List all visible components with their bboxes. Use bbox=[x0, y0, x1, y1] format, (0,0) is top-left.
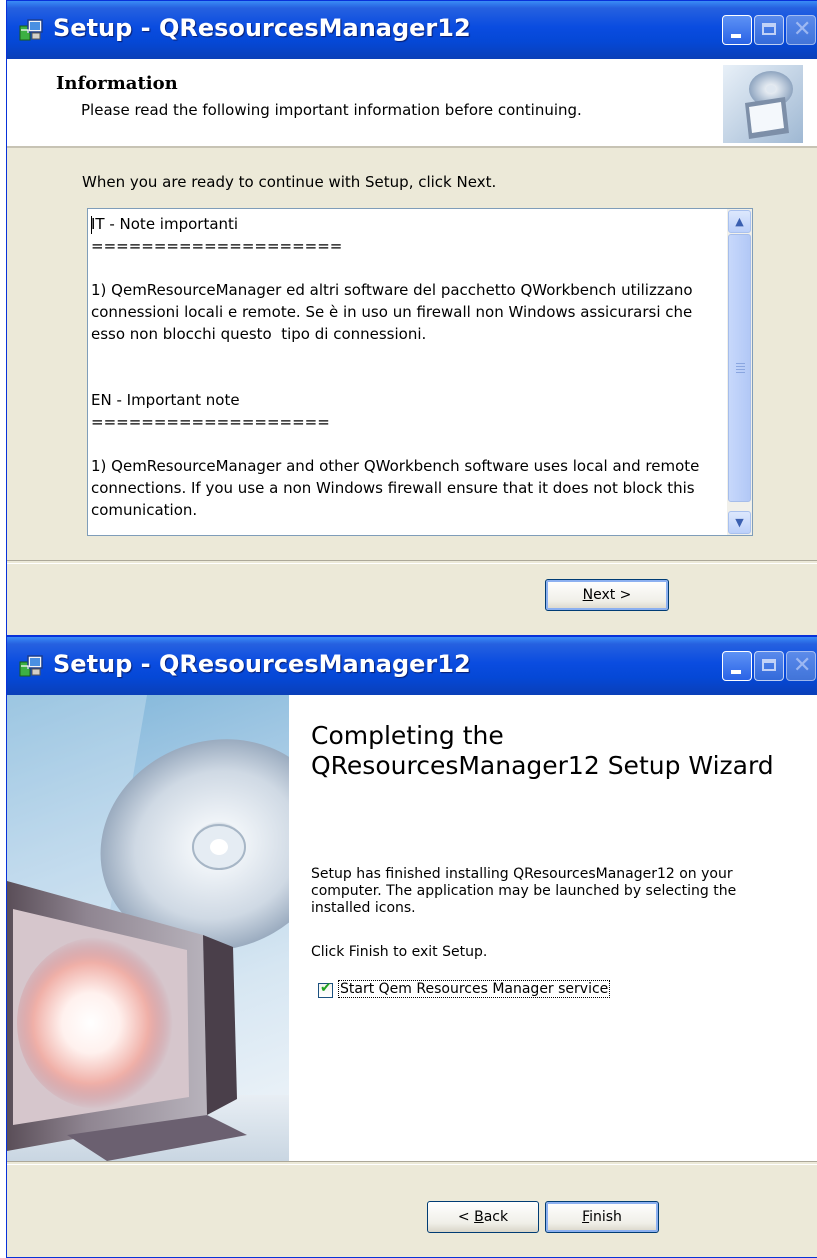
window-title: Setup - QResourcesManager12 bbox=[53, 14, 471, 42]
information-dialog: Setup - QResourcesManager12 ✕ Informatio… bbox=[6, 0, 817, 636]
close-button[interactable]: ✕ bbox=[786, 651, 816, 681]
start-service-checkbox[interactable]: ✔ bbox=[318, 980, 333, 998]
setup-app-icon bbox=[19, 19, 43, 41]
maximize-button[interactable] bbox=[754, 651, 784, 681]
finish-dialog: Setup - QResourcesManager12 ✕ Completing… bbox=[6, 636, 817, 1258]
scroll-up-icon: ▲ bbox=[735, 215, 744, 228]
close-button[interactable]: ✕ bbox=[786, 15, 816, 45]
title-bar[interactable]: Setup - QResourcesManager12 ✕ bbox=[7, 1, 817, 59]
minimize-icon bbox=[731, 34, 741, 38]
vertical-scrollbar[interactable]: ▲ ▼ bbox=[727, 209, 752, 535]
back-label: ack bbox=[483, 1209, 509, 1225]
grip-line bbox=[736, 363, 745, 364]
wizard-header: Information Please read the following im… bbox=[7, 59, 817, 148]
next-mnemonic: N bbox=[582, 587, 594, 603]
monitor-disc-image bbox=[723, 65, 803, 143]
close-icon: ✕ bbox=[793, 17, 812, 42]
minimize-icon bbox=[731, 670, 741, 674]
checkmark-icon: ✔ bbox=[320, 980, 332, 996]
close-icon: ✕ bbox=[793, 653, 812, 678]
minimize-button[interactable] bbox=[722, 15, 752, 45]
page-title: Information bbox=[56, 73, 178, 94]
back-mnemonic: B bbox=[474, 1209, 484, 1225]
monitor-cd-side-image bbox=[7, 695, 289, 1161]
finish-label: inish bbox=[589, 1209, 622, 1225]
start-service-label[interactable]: Start Qem Resources Manager service bbox=[337, 980, 611, 998]
finished-text: Setup has finished installing QResources… bbox=[311, 866, 737, 916]
memo-content: IT - Note importanti ===================… bbox=[91, 215, 700, 519]
grip-line bbox=[736, 372, 745, 373]
next-button[interactable]: Next > bbox=[545, 579, 669, 611]
grip-line bbox=[736, 369, 745, 370]
back-prefix: < bbox=[457, 1209, 475, 1225]
scrollbar-thumb[interactable] bbox=[728, 234, 751, 502]
window-title: Setup - QResourcesManager12 bbox=[53, 650, 471, 678]
setup-app-icon bbox=[19, 655, 43, 677]
scroll-up-button[interactable]: ▲ bbox=[728, 210, 751, 233]
scroll-down-button[interactable]: ▼ bbox=[728, 511, 751, 534]
welcome-title: Completing the QResourcesManager12 Setup… bbox=[311, 721, 774, 780]
maximize-button[interactable] bbox=[754, 15, 784, 45]
page-subtitle: Please read the following important info… bbox=[81, 101, 582, 119]
maximize-icon bbox=[762, 659, 776, 671]
footer-separator bbox=[7, 560, 817, 564]
minimize-button[interactable] bbox=[722, 651, 752, 681]
information-memo[interactable]: IT - Note importanti ===================… bbox=[87, 208, 753, 536]
back-button[interactable]: < Back bbox=[427, 1201, 539, 1233]
title-bar[interactable]: Setup - QResourcesManager12 ✕ bbox=[7, 637, 817, 695]
maximize-icon bbox=[762, 23, 776, 35]
scroll-down-icon: ▼ bbox=[735, 516, 744, 529]
text-caret bbox=[91, 216, 92, 234]
footer-separator bbox=[7, 1161, 817, 1165]
wizard-footer: < Back Finish bbox=[7, 1161, 817, 1257]
wizard-content: Completing the QResourcesManager12 Setup… bbox=[289, 695, 817, 1161]
finish-button[interactable]: Finish bbox=[545, 1201, 659, 1233]
next-label: ext > bbox=[593, 587, 632, 603]
instruction-text: When you are ready to continue with Setu… bbox=[82, 173, 497, 191]
grip-line bbox=[736, 366, 745, 367]
click-finish-text: Click Finish to exit Setup. bbox=[311, 944, 488, 960]
wizard-side-image bbox=[7, 695, 289, 1161]
